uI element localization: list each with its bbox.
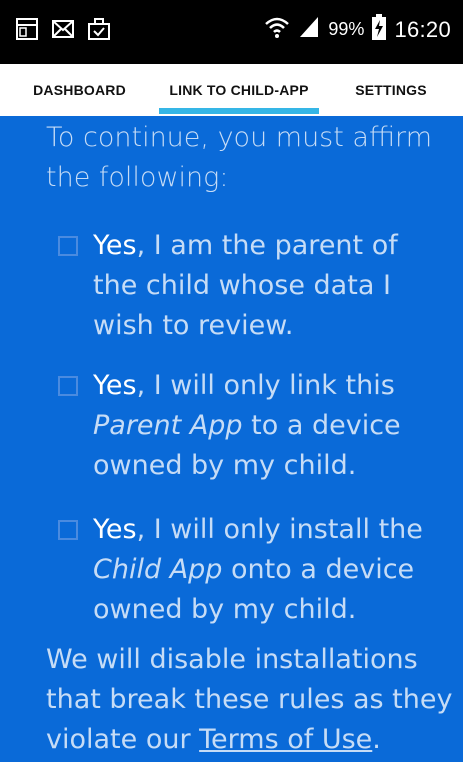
- signal-icon: [298, 15, 320, 44]
- status-time: 16:20: [394, 16, 451, 42]
- wifi-icon: [264, 15, 290, 44]
- battery-charging-icon: [372, 14, 387, 45]
- screen-capture-icon: [16, 18, 38, 45]
- affirmation-item-parent-app[interactable]: Yes, I will only link this Parent App to…: [58, 366, 438, 486]
- affirmation-item-child-app[interactable]: Yes, I will only install the Child App o…: [58, 510, 438, 630]
- checkbox-parent-app[interactable]: [58, 376, 78, 396]
- closing-text: We will disable installations that break…: [46, 644, 453, 755]
- yes-label: Yes: [93, 370, 137, 401]
- active-tab-indicator: [159, 108, 319, 114]
- checkbox-parent[interactable]: [58, 236, 78, 256]
- affirmation-content[interactable]: To continue, you must affirm the followi…: [0, 116, 463, 762]
- affirmation-text-child-app: Yes, I will only install the Child App o…: [93, 514, 423, 625]
- status-bar-right-icons: 99% 16:20: [264, 14, 451, 45]
- intro-text: To continue, you must affirm the followi…: [46, 122, 432, 193]
- battery-percent: 99%: [328, 19, 365, 39]
- affirmation-item-parent[interactable]: Yes, I am the parent of the child whose …: [58, 226, 438, 346]
- terms-of-use-link[interactable]: Terms of Use: [199, 724, 372, 755]
- mail-icon: [52, 20, 74, 43]
- yes-label: Yes: [93, 230, 137, 261]
- checkbox-child-app[interactable]: [58, 520, 78, 540]
- briefcase-icon: [88, 18, 110, 45]
- affirmation-text-parent-app: Yes, I will only link this Parent App to…: [93, 370, 401, 481]
- tab-dashboard[interactable]: DASHBOARD: [0, 64, 159, 116]
- tab-settings[interactable]: SETTINGS: [319, 64, 463, 116]
- affirmation-text-parent: Yes, I am the parent of the child whose …: [93, 230, 398, 341]
- status-bar-left-icons: [16, 18, 110, 45]
- yes-label: Yes: [93, 514, 137, 545]
- status-bar: 99% 16:20: [0, 0, 463, 64]
